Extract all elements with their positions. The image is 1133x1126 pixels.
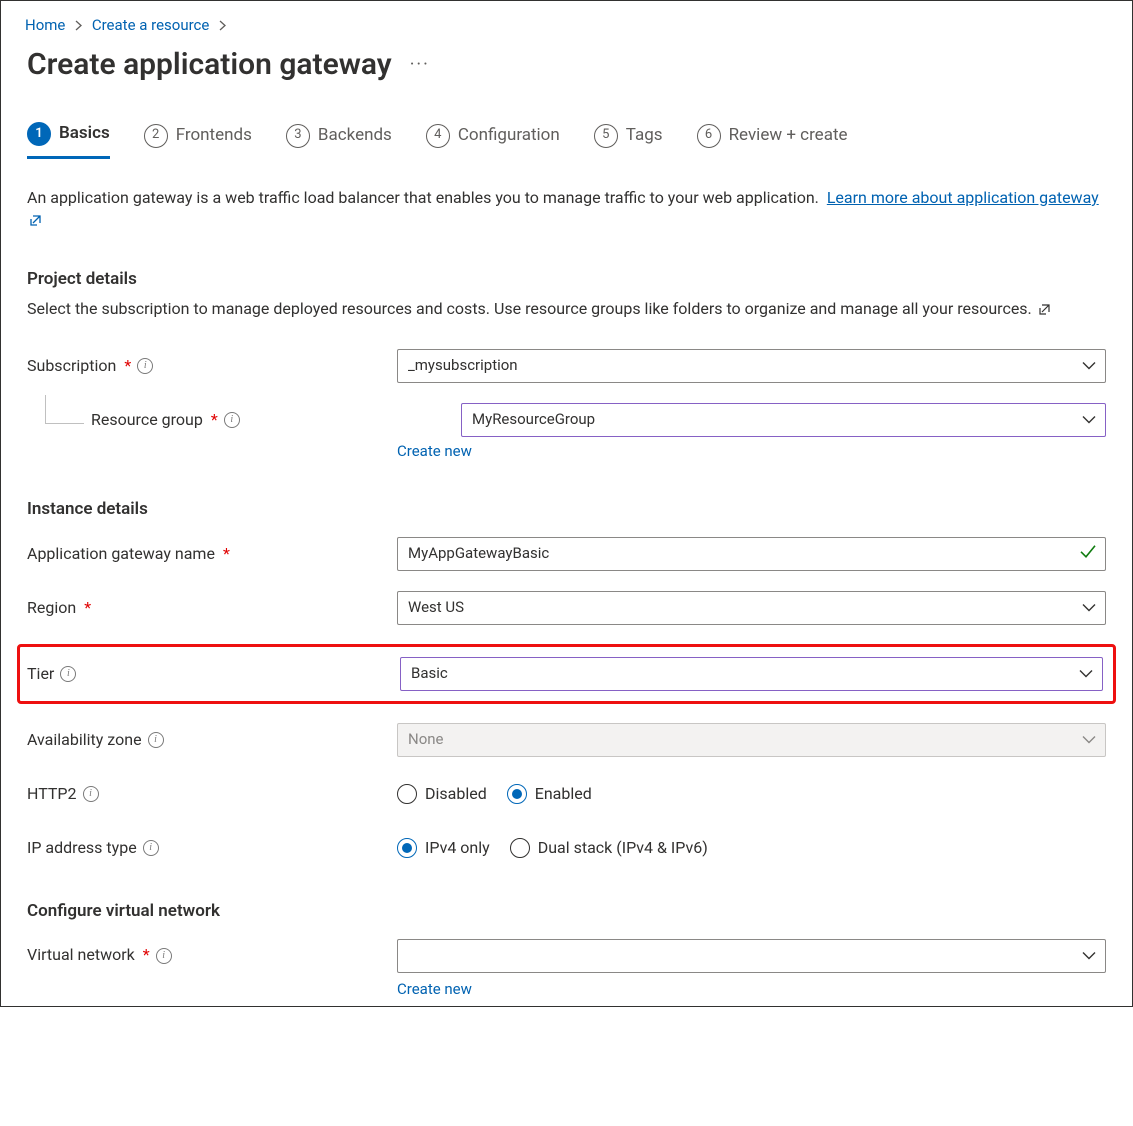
region-label: Region (27, 597, 76, 619)
tab-basics[interactable]: 1 Basics (27, 122, 110, 159)
ip-dual-stack-radio[interactable]: Dual stack (IPv4 & IPv6) (510, 837, 708, 859)
required-indicator: * (211, 409, 218, 431)
tab-backends[interactable]: 3 Backends (286, 122, 392, 159)
external-link-icon (29, 211, 42, 233)
resource-group-select[interactable]: MyResourceGroup (461, 403, 1106, 437)
availability-zone-label: Availability zone (27, 729, 142, 751)
info-icon[interactable]: i (224, 412, 240, 428)
virtual-network-label: Virtual network (27, 944, 135, 966)
chevron-right-icon (75, 15, 82, 36)
create-new-rg-link[interactable]: Create new (397, 442, 472, 460)
row-availability-zone: Availability zone i None (27, 722, 1106, 758)
tab-label: Backends (318, 124, 392, 148)
wizard-tabs: 1 Basics 2 Frontends 3 Backends 4 Config… (27, 122, 1106, 159)
intro-body: An application gateway is a web traffic … (27, 188, 819, 207)
subscription-label: Subscription (27, 355, 116, 377)
http2-label: HTTP2 (27, 783, 77, 805)
page-title-text: Create application gateway (27, 44, 392, 86)
info-icon[interactable]: i (148, 732, 164, 748)
page-title: Create application gateway ··· (27, 44, 1106, 86)
row-subscription: Subscription * i _mysubscription (27, 348, 1106, 384)
tab-review-create[interactable]: 6 Review + create (697, 122, 848, 159)
row-tier-highlighted: Tier i Basic (17, 644, 1116, 704)
row-rg-create-new: Create new (27, 432, 1106, 468)
create-new-vnet-link[interactable]: Create new (397, 980, 472, 998)
http2-disabled-radio[interactable]: Disabled (397, 783, 487, 805)
tier-label: Tier (27, 663, 54, 685)
http2-enabled-radio[interactable]: Enabled (507, 783, 592, 805)
intro-text: An application gateway is a web traffic … (27, 187, 1106, 234)
info-icon[interactable]: i (60, 666, 76, 682)
required-indicator: * (124, 355, 131, 377)
required-indicator: * (223, 543, 230, 565)
gateway-name-label: Application gateway name (27, 543, 215, 565)
info-icon[interactable]: i (143, 840, 159, 856)
tab-number: 6 (697, 124, 721, 148)
required-indicator: * (84, 597, 91, 619)
tab-number: 4 (426, 124, 450, 148)
availability-zone-select: None (397, 723, 1106, 757)
tab-label: Basics (59, 122, 110, 146)
tab-configuration[interactable]: 4 Configuration (426, 122, 560, 159)
resource-group-label: Resource group (91, 409, 203, 431)
tab-number: 5 (594, 124, 618, 148)
info-icon[interactable]: i (156, 948, 172, 964)
tab-label: Tags (626, 124, 663, 148)
breadcrumb-create-resource[interactable]: Create a resource (92, 16, 210, 34)
row-vnet-create-new: Create new (27, 970, 1106, 1006)
more-actions-button[interactable]: ··· (410, 52, 430, 77)
tab-label: Review + create (729, 124, 848, 148)
row-http2: HTTP2 i Disabled Enabled (27, 776, 1106, 812)
section-project-details-sub: Select the subscription to manage deploy… (27, 298, 1106, 322)
check-icon (1080, 543, 1096, 565)
tab-label: Configuration (458, 124, 560, 148)
required-indicator: * (143, 944, 150, 966)
section-vnet-heading: Configure virtual network (27, 900, 1106, 924)
region-select[interactable]: West US (397, 591, 1106, 625)
tab-tags[interactable]: 5 Tags (594, 122, 663, 159)
row-gateway-name: Application gateway name * MyAppGatewayB… (27, 536, 1106, 572)
external-link-icon (1038, 300, 1051, 322)
tab-label: Frontends (176, 124, 252, 148)
gateway-name-input[interactable]: MyAppGatewayBasic (397, 537, 1106, 571)
row-region: Region * West US (27, 590, 1106, 626)
breadcrumb-home[interactable]: Home (25, 16, 65, 34)
section-project-details-heading: Project details (27, 268, 1106, 292)
tab-number: 1 (27, 122, 51, 146)
virtual-network-select[interactable] (397, 939, 1106, 973)
subscription-select[interactable]: _mysubscription (397, 349, 1106, 383)
breadcrumb: Home Create a resource (25, 15, 1106, 36)
tab-number: 2 (144, 124, 168, 148)
tab-frontends[interactable]: 2 Frontends (144, 122, 252, 159)
tier-select[interactable]: Basic (400, 657, 1103, 691)
section-instance-details-heading: Instance details (27, 498, 1106, 522)
ip-type-label: IP address type (27, 837, 137, 859)
ip-v4-only-radio[interactable]: IPv4 only (397, 837, 490, 859)
info-icon[interactable]: i (137, 358, 153, 374)
chevron-right-icon (219, 15, 226, 36)
row-virtual-network: Virtual network * i (27, 938, 1106, 974)
row-ip-address-type: IP address type i IPv4 only Dual stack (… (27, 830, 1106, 866)
tab-number: 3 (286, 124, 310, 148)
info-icon[interactable]: i (83, 786, 99, 802)
tree-connector-icon (45, 395, 84, 424)
